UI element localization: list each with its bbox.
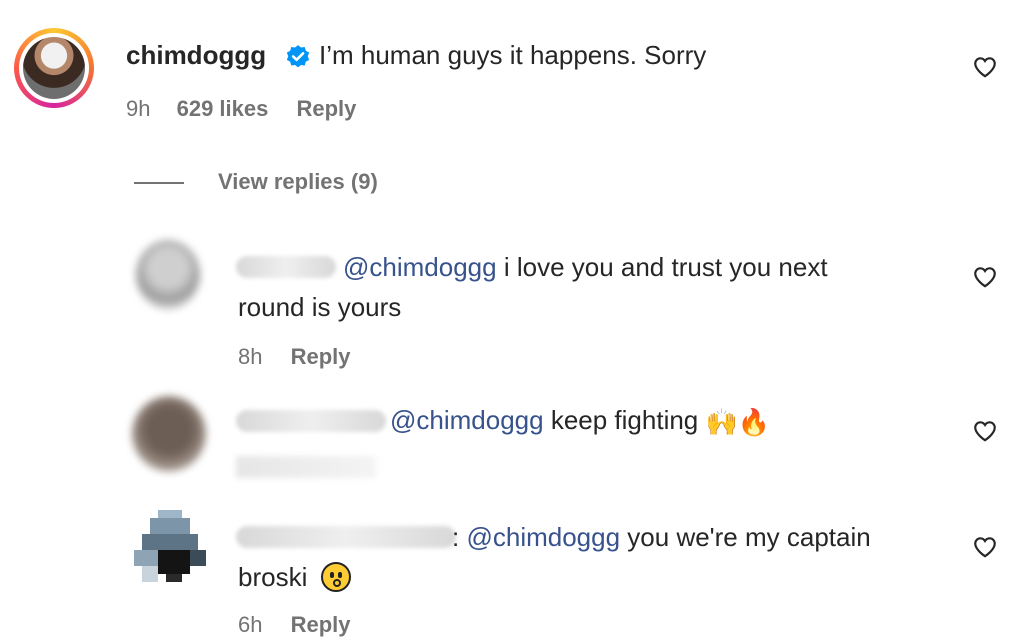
reply-mention[interactable]: @chimdoggg	[343, 252, 497, 282]
verified-badge-icon	[286, 45, 310, 68]
comment-username[interactable]: chimdoggg	[126, 40, 266, 71]
reply-text-line: : @chimdoggg you we're my captain	[452, 522, 871, 552]
avatar[interactable]	[14, 28, 94, 108]
reply-text: i love you and trust you next	[503, 252, 828, 282]
reply-button[interactable]: Reply	[296, 96, 356, 121]
reply-meta: 6h Reply	[238, 612, 351, 638]
reply-text: keep fighting	[550, 405, 699, 435]
comment-likes[interactable]: 629 likes	[177, 96, 269, 121]
heart-icon[interactable]	[972, 264, 998, 290]
heart-icon[interactable]	[972, 418, 998, 444]
heart-icon[interactable]	[972, 54, 998, 80]
reply-text: broski	[238, 562, 308, 592]
emoji-hands-fire: 🙌🔥	[705, 406, 771, 437]
reply-text-continued: round is yours	[238, 292, 402, 322]
view-replies-button[interactable]: View replies (9)	[218, 169, 378, 195]
reply-mention[interactable]: @chimdoggg	[466, 522, 620, 552]
comment-time: 9h	[126, 96, 151, 121]
reply-avatar[interactable]	[132, 396, 206, 472]
reply-username-blurred[interactable]	[236, 410, 386, 432]
reply-time: 8h	[238, 344, 263, 369]
reply-username-blurred[interactable]	[236, 256, 336, 278]
heart-icon[interactable]	[972, 534, 998, 560]
reply-username-blurred[interactable]	[236, 526, 456, 548]
reply-meta: 8h Reply	[238, 344, 351, 370]
reply-text: you we're my captain	[627, 522, 871, 552]
divider-line	[134, 182, 184, 184]
reply-time: 6h	[238, 612, 263, 637]
reply-avatar[interactable]	[136, 240, 200, 310]
reply-meta-blurred	[236, 456, 376, 478]
avatar-photo	[23, 37, 85, 99]
comment-meta: 9h 629 likes Reply	[126, 96, 356, 122]
reply-text-line: @chimdoggg i love you and trust you next	[343, 252, 828, 283]
reply-text-line: @chimdoggg keep fighting 🙌🔥	[390, 405, 770, 438]
reply-button[interactable]: Reply	[291, 344, 351, 369]
reply-button[interactable]: Reply	[291, 612, 351, 637]
reply-mention[interactable]: @chimdoggg	[390, 405, 544, 435]
comment-text: I’m human guys it happens. Sorry	[319, 40, 707, 70]
surprised-face-icon	[320, 562, 351, 592]
reply-avatar[interactable]	[134, 510, 206, 582]
reply-text-continued: broski	[238, 562, 351, 593]
